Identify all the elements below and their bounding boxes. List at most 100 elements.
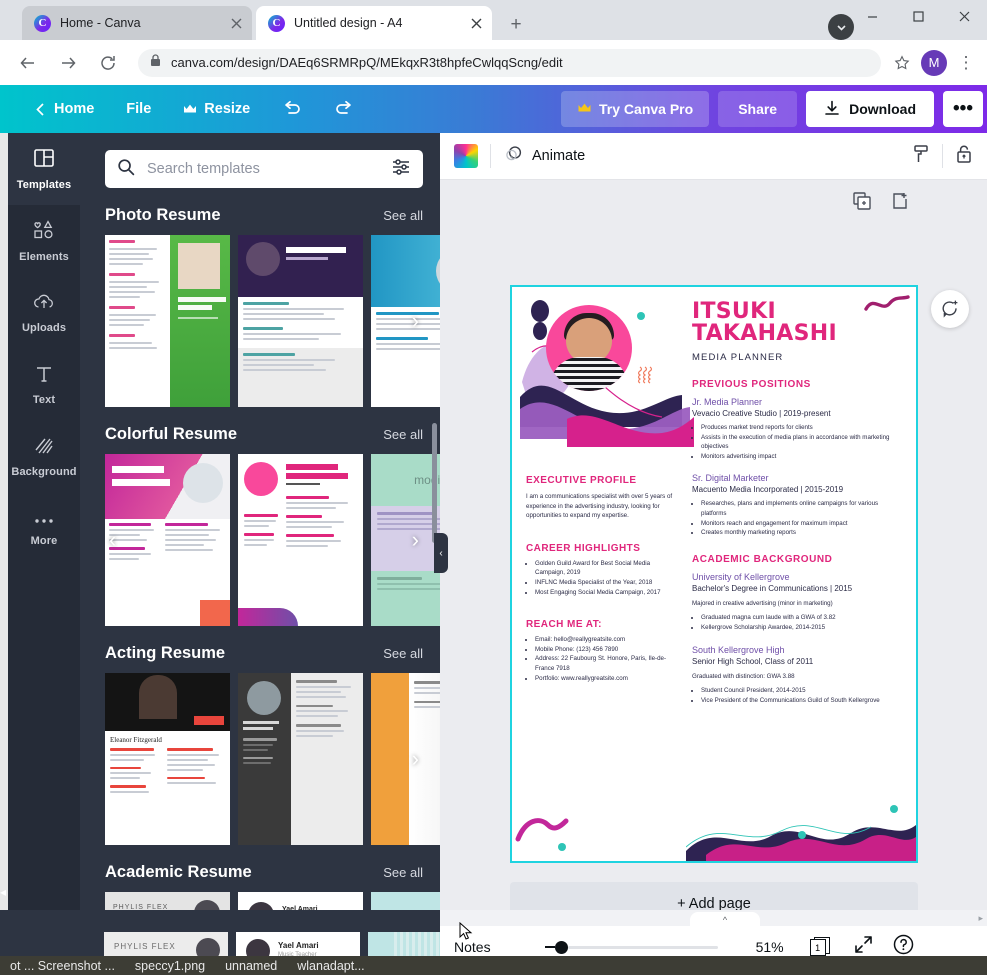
more-dots-icon <box>33 512 55 530</box>
sidebar-item-text[interactable]: Text <box>8 349 80 421</box>
mouse-cursor <box>459 922 473 942</box>
scroll-right-arrow[interactable]: ▸ <box>978 913 983 924</box>
sidebar-item-templates[interactable]: Templates <box>8 133 80 205</box>
home-button[interactable]: Home <box>18 92 110 126</box>
taskbar-item[interactable]: speccy1.png <box>125 959 215 973</box>
reload-icon[interactable] <box>92 47 124 79</box>
address-bar[interactable]: canva.com/design/DAEq6SRMRpQ/MEkqxR3t8hp… <box>138 49 881 77</box>
template-thumbnail[interactable] <box>238 235 363 407</box>
more-options-button[interactable]: ••• <box>943 91 983 127</box>
animate-label: Animate <box>532 148 585 164</box>
see-all-link[interactable]: See all <box>383 427 423 442</box>
kebab-menu-icon[interactable]: ⋮ <box>953 50 979 76</box>
taskbar-item[interactable]: unnamed <box>215 959 287 973</box>
crown-icon <box>183 103 197 115</box>
filter-sliders-icon[interactable] <box>392 158 411 180</box>
lock-icon[interactable] <box>955 144 973 169</box>
close-window-button[interactable] <box>941 0 987 32</box>
list-item: Portfolio: www.reallygreatsite.com <box>535 674 676 684</box>
sidebar-item-elements[interactable]: Elements <box>8 205 80 277</box>
search-bar[interactable] <box>105 150 423 188</box>
collapse-panel-button[interactable]: ‹ <box>434 533 448 573</box>
design-page-1[interactable]: EXECUTIVE PROFILE I am a communications … <box>510 285 918 863</box>
carousel-next-icon[interactable]: › <box>412 746 419 772</box>
zoom-slider-track[interactable] <box>568 946 718 949</box>
canva-icon: C <box>268 15 285 32</box>
template-thumbnail[interactable] <box>238 673 363 845</box>
animate-button[interactable]: Animate <box>503 145 585 167</box>
template-thumbnail[interactable] <box>238 454 363 626</box>
minimize-button[interactable] <box>849 0 895 32</box>
zoom-slider-handle[interactable] <box>555 941 568 954</box>
resume-left-column: EXECUTIVE PROFILE I am a communications … <box>526 475 676 683</box>
sidebar-item-more[interactable]: More <box>8 493 80 565</box>
tab-title: Home - Canva <box>60 16 219 30</box>
file-menu-button[interactable]: File <box>110 92 167 126</box>
resize-button[interactable]: Resize <box>167 92 266 126</box>
sidebar-item-uploads[interactable]: Uploads <box>8 277 80 349</box>
decorative-dot <box>890 805 898 813</box>
window-controls <box>849 0 987 40</box>
decorative-dot <box>798 831 806 839</box>
category-header: Photo Resume See all <box>105 206 423 225</box>
template-thumbnail[interactable] <box>371 235 440 407</box>
add-page-icon[interactable] <box>891 192 909 215</box>
undo-button[interactable] <box>266 92 318 126</box>
taskbar-item[interactable]: ot ... Screenshot ... <box>0 959 125 973</box>
redo-button[interactable] <box>318 92 370 126</box>
star-icon[interactable] <box>889 50 915 76</box>
color-swatch[interactable] <box>454 144 478 168</box>
canva-header: Home File Resize <box>0 85 987 133</box>
back-icon[interactable] <box>12 47 44 79</box>
list-item: Email: hello@reallygreatsite.com <box>535 635 676 645</box>
zoom-out-icon[interactable] <box>545 946 555 948</box>
close-icon[interactable] <box>228 15 244 31</box>
template-thumbnail[interactable] <box>105 454 230 626</box>
template-thumbnail[interactable] <box>371 673 440 845</box>
school-org: Bachelor's Degree in Communications | 20… <box>692 584 904 593</box>
search-input[interactable] <box>147 161 380 177</box>
see-all-link[interactable]: See all <box>383 646 423 661</box>
resume-right-column: ITSUKI TAKAHASHI MEDIA PLANNER PREVIOUS … <box>692 301 904 706</box>
carousel-next-icon[interactable]: › <box>412 527 419 553</box>
share-button[interactable]: Share <box>718 91 797 127</box>
resume-last-name: TAKAHASHI <box>692 323 904 345</box>
avatar[interactable]: M <box>921 50 947 76</box>
paint-roller-icon[interactable] <box>910 144 930 169</box>
previous-positions-heading: PREVIOUS POSITIONS <box>692 379 904 390</box>
page-manager-button[interactable]: 1 <box>810 937 832 957</box>
canvas-area[interactable]: EXECUTIVE PROFILE I am a communications … <box>440 180 987 975</box>
template-thumbnail[interactable]: modisa <box>371 454 440 626</box>
close-icon[interactable] <box>468 15 484 31</box>
template-thumbnail[interactable] <box>105 235 230 407</box>
new-tab-button[interactable]: + <box>502 11 530 39</box>
maximize-button[interactable] <box>895 0 941 32</box>
decorative-wave-bottom-left <box>514 809 584 855</box>
taskbar-item[interactable]: wlanadapt... <box>287 959 374 973</box>
download-button[interactable]: Download <box>806 91 934 127</box>
carousel-prev-icon[interactable]: ‹ <box>109 527 116 553</box>
list-item: Monitors reach and engagement for maximu… <box>701 519 904 529</box>
panel-scrollbar[interactable] <box>432 423 437 543</box>
zoom-slider[interactable] <box>545 941 718 954</box>
decorative-dot <box>558 843 566 851</box>
see-all-link[interactable]: See all <box>383 208 423 223</box>
browser-tab-untitled-design[interactable]: C Untitled design - A4 <box>256 6 492 40</box>
carousel-next-icon[interactable]: › <box>412 308 419 334</box>
decorative-wave-bottom-right <box>686 791 916 861</box>
school-note: Graduated with distinction: GWA 3.88 <box>692 672 904 682</box>
editor-toolbar: Animate <box>440 133 987 180</box>
browser-tab-home[interactable]: C Home - Canva <box>22 6 252 40</box>
add-comment-icon[interactable] <box>931 290 969 328</box>
see-all-link[interactable]: See all <box>383 865 423 880</box>
template-thumbnail[interactable]: Eleanor Fitzgerald <box>105 673 230 845</box>
try-canva-pro-button[interactable]: Try Canva Pro <box>561 91 709 127</box>
list-item: Assists in the execution of media plans … <box>701 433 904 452</box>
sidebar-item-background[interactable]: Background <box>8 421 80 493</box>
job-title: Sr. Digital Marketer <box>692 473 904 483</box>
zoom-percentage[interactable]: 51% <box>756 939 784 955</box>
duplicate-page-icon[interactable] <box>853 192 871 215</box>
template-category-colorful-resume: Colorful Resume See all <box>80 425 440 626</box>
forward-icon[interactable] <box>52 47 84 79</box>
templates-icon <box>33 147 55 174</box>
